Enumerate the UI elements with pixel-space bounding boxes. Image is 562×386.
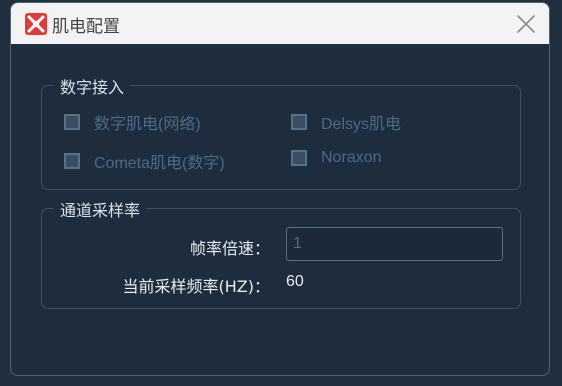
app-logo-icon	[25, 13, 47, 35]
checkbox-box[interactable]	[64, 114, 80, 130]
checkbox-box[interactable]	[291, 114, 307, 130]
checkbox-label: Delsys肌电	[321, 116, 402, 133]
emg-config-dialog: 肌电配置 数字接入 数字肌电(网络) Delsys肌电 Cometa肌电(数字)…	[10, 2, 550, 376]
window-title: 肌电配置	[52, 17, 120, 37]
checkbox-label: Noraxon	[321, 149, 382, 166]
digital-input-title: 数字接入	[54, 74, 131, 98]
checkbox-label: Cometa肌电(数字)	[94, 155, 225, 172]
checkbox-digital-emg-network[interactable]: 数字肌电(网络)	[64, 110, 201, 134]
current-rate-value: 60	[286, 273, 304, 290]
checkbox-noraxon[interactable]: Noraxon	[291, 149, 381, 167]
frame-rate-input[interactable]	[286, 227, 503, 261]
channel-sampling-group: 通道采样率 帧率倍速： 当前采样频率(HZ)： 60	[41, 197, 521, 309]
current-rate-label: 当前采样频率(HZ)：	[122, 277, 270, 296]
close-icon[interactable]	[515, 13, 537, 35]
checkbox-box[interactable]	[64, 153, 80, 169]
checkbox-delsys-emg[interactable]: Delsys肌电	[291, 110, 401, 134]
digital-input-group: 数字接入 数字肌电(网络) Delsys肌电 Cometa肌电(数字) Nora…	[41, 74, 521, 190]
frame-rate-label: 帧率倍速：	[189, 239, 270, 258]
channel-sampling-title: 通道采样率	[54, 197, 147, 221]
checkbox-box[interactable]	[291, 150, 307, 166]
checkbox-label: 数字肌电(网络)	[94, 116, 201, 133]
checkbox-cometa-emg-digital[interactable]: Cometa肌电(数字)	[64, 149, 225, 173]
title-bar: 肌电配置	[11, 3, 549, 44]
